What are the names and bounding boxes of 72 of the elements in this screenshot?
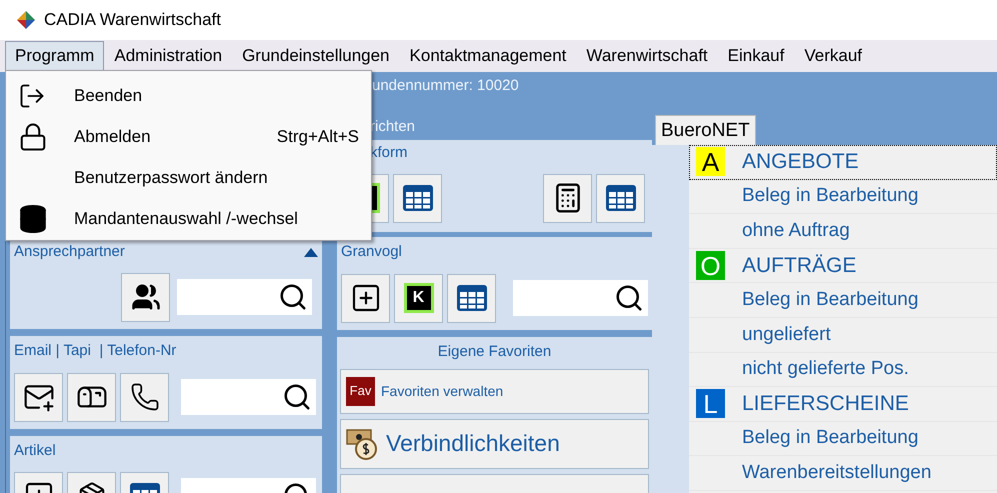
list-item[interactable]: L LIEFERSCHEINE	[689, 387, 997, 422]
window-title: CADIA Warenwirtschaft	[44, 9, 221, 32]
list-heading: AUFTRÄGE	[742, 252, 856, 279]
search-field[interactable]	[177, 279, 312, 315]
list-entry: Beleg in Bearbeitung	[742, 288, 918, 312]
dropdown-menu-item[interactable]: Mandantenauswahl /-wechsel	[6, 198, 371, 239]
table-button[interactable]	[447, 274, 496, 322]
lock-icon	[18, 122, 48, 152]
table-icon	[456, 284, 488, 312]
letter-badge: L	[696, 389, 725, 418]
search-icon	[282, 382, 312, 412]
list-entry: nicht gelieferte Pos.	[742, 357, 909, 382]
panel-title: Artikel	[14, 441, 57, 461]
table-icon	[402, 184, 434, 212]
panel-title: Email | Tapi | Telefon-Nr	[14, 341, 178, 361]
list-item[interactable]: ohne Auftrag	[689, 214, 997, 249]
menu-item[interactable]: Einkauf	[718, 41, 794, 71]
list-item[interactable]: A ANGEBOTE	[689, 145, 997, 180]
search-field[interactable]	[513, 280, 648, 316]
menu-item[interactable]: Programm	[5, 41, 104, 71]
search-icon	[614, 283, 644, 313]
dropdown-menu-item[interactable]: Benutzerpasswort ändern	[6, 157, 371, 198]
list-item[interactable]: Warenbereitstellungen	[689, 456, 997, 491]
search-field[interactable]	[181, 379, 316, 415]
add-button[interactable]	[341, 274, 390, 322]
table-button[interactable]	[596, 174, 645, 222]
customer-number: undennummer: 10020	[372, 76, 519, 96]
list-item[interactable]: Beleg in Bearbeitung	[689, 180, 997, 214]
list-item[interactable]: ungeliefert	[689, 318, 997, 353]
calculator-button[interactable]	[543, 174, 592, 222]
table-icon	[604, 184, 636, 212]
list-entry: Warenbereitstellungen	[742, 460, 932, 485]
list-item[interactable]: Beleg in Bearbeitung	[689, 422, 997, 456]
database-icon	[18, 204, 48, 234]
panel-title: Eigene Favoriten	[436, 342, 552, 362]
list-item[interactable]: nicht gelieferte Pos.	[689, 352, 997, 388]
shortcut-text: Strg+Alt+S	[276, 126, 359, 148]
people-icon	[130, 282, 160, 312]
money-icon	[346, 428, 380, 460]
menu-item[interactable]: Kontaktmanagement	[400, 41, 576, 71]
favorite-button[interactable]: Fav Favoriten verwalten	[340, 368, 649, 414]
panel-title: Ansprechpartner	[14, 242, 125, 262]
email-button[interactable]	[14, 372, 63, 422]
menu-item[interactable]: Administration	[104, 41, 232, 71]
panel-title: Granvogl	[341, 242, 403, 262]
collapse-triangle-icon	[304, 248, 318, 257]
list-item[interactable]: O AUFTRÄGE	[689, 248, 997, 284]
dropdown-menu-item[interactable]: Beenden	[6, 75, 371, 116]
favorite-button[interactable]: Verbindlichkeiten	[340, 418, 649, 468]
dropdown-menu-item[interactable]: Abmelden Strg+Alt+S	[6, 116, 371, 157]
phone-button[interactable]	[120, 372, 169, 422]
menu-item[interactable]: Verkauf	[794, 41, 872, 71]
list-heading: ANGEBOTE	[742, 149, 859, 176]
menu-item[interactable]: Grundeinstellungen	[232, 41, 400, 71]
menu-item[interactable]: Warenwirtschaft	[576, 41, 718, 71]
mailbox-button[interactable]	[67, 372, 116, 422]
search-icon	[278, 282, 308, 312]
letter-badge: A	[696, 147, 725, 176]
table-button[interactable]	[393, 174, 442, 222]
letter-badge: O	[696, 251, 725, 280]
phone-icon	[130, 382, 160, 412]
list-item[interactable]: Beleg in Bearbeitung	[689, 283, 997, 318]
contacts-button[interactable]	[121, 272, 170, 322]
exit-icon	[18, 82, 46, 110]
letter-tile-button[interactable]: K	[394, 274, 443, 322]
list-entry: Beleg in Bearbeitung	[742, 426, 918, 450]
list-heading: LIEFERSCHEINE	[742, 391, 909, 418]
list-entry: ohne Auftrag	[742, 218, 850, 243]
logo-icon	[16, 10, 36, 30]
list-entry: Beleg in Bearbeitung	[742, 184, 918, 208]
tab[interactable]: BueroNET	[655, 115, 756, 147]
list-entry: ungeliefert	[742, 322, 831, 347]
